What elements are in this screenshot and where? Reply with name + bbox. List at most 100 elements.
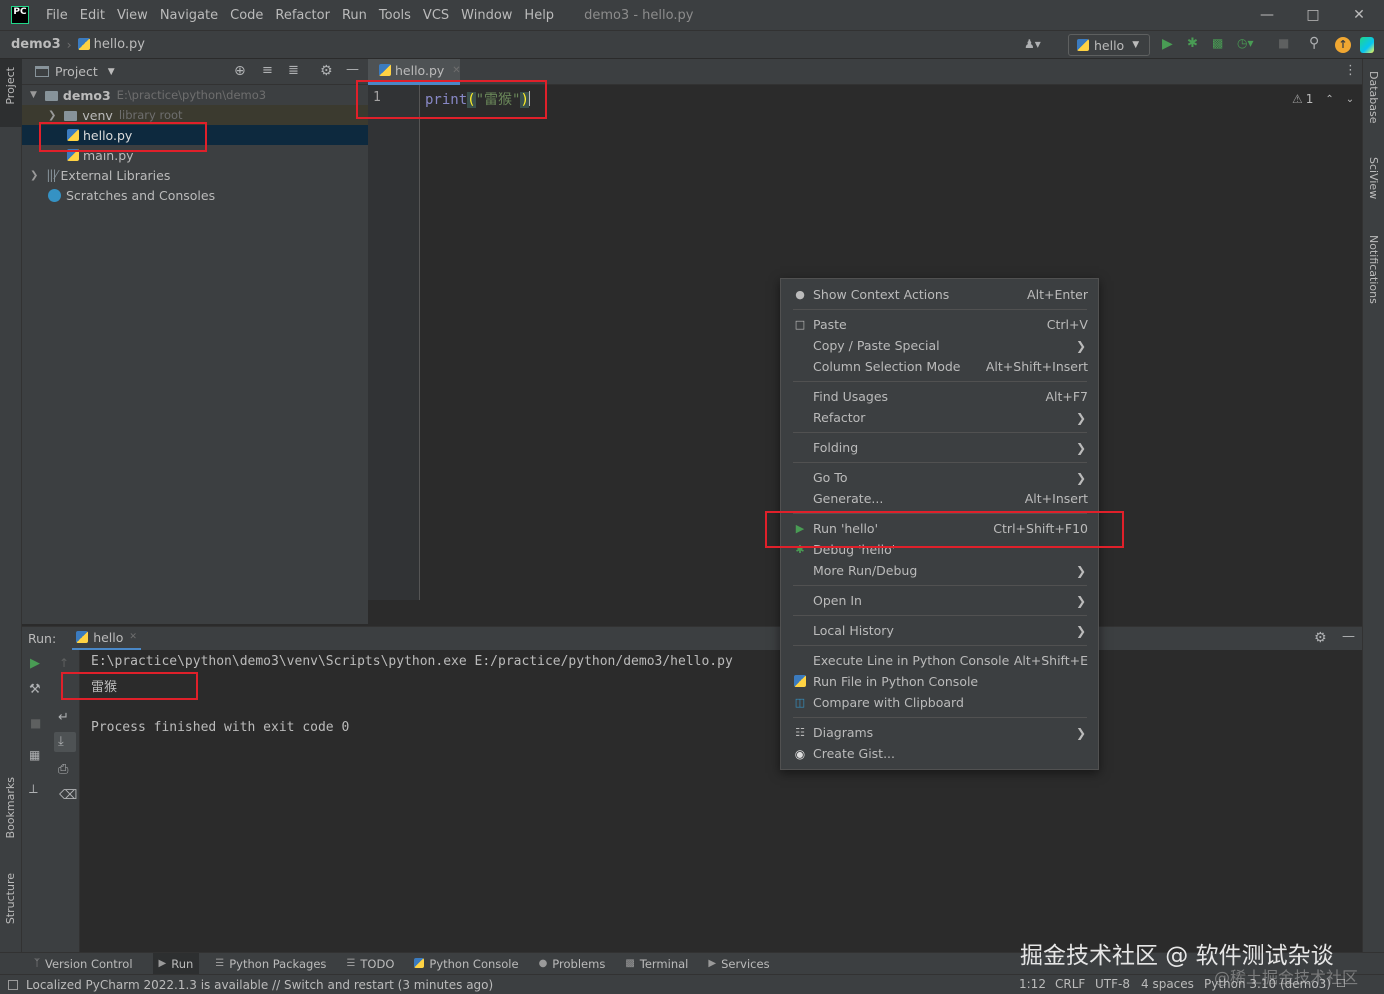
gear-icon[interactable]: ⚙ <box>1314 630 1327 646</box>
chevron-down-icon[interactable]: ⌄ <box>1346 94 1354 105</box>
tab-run[interactable]: ▶ Run <box>152 953 200 974</box>
tool-window-sciview[interactable]: SciView <box>1367 157 1380 199</box>
menu-navigate[interactable]: Navigate <box>160 8 218 23</box>
soft-wrap-icon[interactable]: ↵ <box>58 710 69 725</box>
up-arrow-icon[interactable]: ↑ <box>59 656 69 670</box>
menu-edit[interactable]: Edit <box>80 8 105 23</box>
tab-services[interactable]: ▶ Services <box>708 957 769 971</box>
breadcrumb-project[interactable]: demo3 <box>11 37 61 52</box>
gear-icon[interactable]: ⚙ <box>320 63 333 79</box>
tab-python-console[interactable]: Python Console <box>414 957 519 971</box>
project-panel-title[interactable]: Project <box>55 64 98 79</box>
tree-item-demo3[interactable]: ▼ demo3 E:\practice\python\demo3 <box>22 85 368 105</box>
run-tab-hello[interactable]: hello ✕ <box>72 627 141 651</box>
menu-run-file-console[interactable]: Run File in Python Console <box>781 671 1098 692</box>
window-title: demo3 - hello.py <box>584 7 694 23</box>
print-icon[interactable]: ⎙ <box>58 762 68 777</box>
jetbrains-icon[interactable] <box>1360 37 1374 53</box>
pin-icon[interactable]: ⟂ <box>29 782 38 797</box>
status-toggle-icon[interactable] <box>8 979 18 990</box>
tab-problems[interactable]: ● Problems <box>539 957 606 971</box>
close-icon[interactable]: ✕ <box>129 632 137 642</box>
rerun-icon[interactable]: ▶ <box>30 656 40 671</box>
user-icon[interactable]: ♟▾ <box>1024 37 1041 51</box>
menu-run[interactable]: Run <box>342 8 367 23</box>
inspection-widget[interactable]: ⚠ 1 ⌃ ⌄ <box>1292 92 1354 106</box>
menu-find-usages[interactable]: Find Usages Alt+F7 <box>781 386 1098 407</box>
tab-version-control[interactable]: ᛉ Version Control <box>34 957 133 971</box>
close-icon[interactable]: ✕ <box>1336 0 1382 30</box>
wrench-icon[interactable]: ⚒ <box>29 682 41 697</box>
close-icon[interactable]: ✕ <box>452 65 460 76</box>
menu-refactor[interactable]: Refactor ❯ <box>781 407 1098 428</box>
menu-execute-line-console[interactable]: Execute Line in Python Console Alt+Shift+… <box>781 650 1098 671</box>
menu-create-gist[interactable]: ◉ Create Gist... <box>781 743 1098 764</box>
maximize-icon[interactable]: □ <box>1290 0 1336 30</box>
menu-go-to[interactable]: Go To ❯ <box>781 467 1098 488</box>
caret-position[interactable]: 1:12 <box>1019 977 1046 991</box>
locate-icon[interactable]: ⊕ <box>234 63 246 79</box>
menu-show-context-actions[interactable]: ● Show Context Actions Alt+Enter <box>781 284 1098 305</box>
tab-python-packages[interactable]: ☰ Python Packages <box>215 957 326 971</box>
status-message[interactable]: Localized PyCharm 2022.1.3 is available … <box>26 978 493 992</box>
tree-label: venv <box>82 107 113 123</box>
chevron-up-icon[interactable]: ⌃ <box>1325 94 1333 105</box>
stop-icon[interactable]: ■ <box>30 716 41 730</box>
menu-local-history[interactable]: Local History ❯ <box>781 620 1098 641</box>
run-configuration-select[interactable]: hello ▼ <box>1068 34 1150 56</box>
stop-icon[interactable]: ■ <box>1278 36 1289 50</box>
python-console-icon <box>793 674 807 689</box>
menu-column-selection-mode[interactable]: Column Selection Mode Alt+Shift+Insert <box>781 356 1098 377</box>
compare-icon: ◫ <box>794 696 806 709</box>
status-bar: Localized PyCharm 2022.1.3 is available … <box>0 974 1384 994</box>
trash-icon[interactable]: ⌫ <box>59 788 77 803</box>
tool-window-notifications[interactable]: Notifications <box>1367 235 1380 304</box>
hide-icon[interactable]: — <box>1342 629 1355 644</box>
tree-item-external-libraries[interactable]: ❯ |||⁄ External Libraries <box>22 165 368 185</box>
tool-window-database[interactable]: Database <box>1367 71 1380 124</box>
menu-diagrams[interactable]: ☷ Diagrams ❯ <box>781 722 1098 743</box>
menu-compare-clipboard[interactable]: ◫ Compare with Clipboard <box>781 692 1098 713</box>
menu-view[interactable]: View <box>117 8 148 23</box>
menu-copy-paste-special[interactable]: Copy / Paste Special ❯ <box>781 335 1098 356</box>
run-icon[interactable]: ▶ <box>1162 36 1173 52</box>
menu-open-in[interactable]: Open In ❯ <box>781 590 1098 611</box>
indent-setting[interactable]: 4 spaces <box>1141 977 1194 991</box>
hide-icon[interactable]: — <box>346 62 359 77</box>
tool-window-bookmarks[interactable]: Bookmarks <box>4 777 17 838</box>
minimize-icon[interactable]: — <box>1244 0 1290 30</box>
tool-window-project[interactable]: Project <box>4 67 17 105</box>
profile-icon[interactable]: ◷▾ <box>1237 36 1254 50</box>
menu-code[interactable]: Code <box>230 8 263 23</box>
run-tab-label: hello <box>93 629 124 645</box>
tool-window-structure[interactable]: Structure <box>4 873 17 924</box>
menu-paste[interactable]: □ Paste Ctrl+V <box>781 314 1098 335</box>
menu-file[interactable]: File <box>46 8 68 23</box>
layout-icon[interactable]: ▦ <box>29 748 40 762</box>
menu-generate[interactable]: Generate... Alt+Insert <box>781 488 1098 509</box>
menu-folding[interactable]: Folding ❯ <box>781 437 1098 458</box>
file-encoding[interactable]: UTF-8 <box>1095 977 1130 991</box>
debug-icon[interactable]: ✱ <box>1187 36 1198 51</box>
more-icon[interactable]: ⋮ <box>1344 63 1357 78</box>
chevron-down-icon[interactable]: ▼ <box>108 67 115 77</box>
project-panel-header: Project ▼ ⊕ ≡ ≣ ⚙ — <box>22 59 368 85</box>
menu-window[interactable]: Window <box>461 8 512 23</box>
line-separator[interactable]: CRLF <box>1055 977 1085 991</box>
tab-terminal[interactable]: ▩ Terminal <box>625 957 688 971</box>
expand-all-icon[interactable]: ≡ <box>262 63 273 78</box>
menu-help[interactable]: Help <box>524 8 554 23</box>
coverage-icon[interactable]: ▩ <box>1212 36 1223 50</box>
update-icon[interactable]: ↑ <box>1335 37 1351 53</box>
search-icon[interactable]: ⚲ <box>1309 35 1319 51</box>
menu-refactor[interactable]: Refactor <box>275 8 330 23</box>
collapse-all-icon[interactable]: ≣ <box>288 63 299 78</box>
breadcrumb-file[interactable]: hello.py <box>94 37 145 52</box>
tree-item-scratches[interactable]: Scratches and Consoles <box>22 185 368 205</box>
run-console[interactable] <box>22 650 1362 952</box>
scroll-to-end-icon[interactable]: ⤓ <box>58 734 64 749</box>
menu-more-run-debug[interactable]: More Run/Debug ❯ <box>781 560 1098 581</box>
tab-todo[interactable]: ☰ TODO <box>346 957 394 971</box>
menu-tools[interactable]: Tools <box>379 8 411 23</box>
menu-vcs[interactable]: VCS <box>423 8 449 23</box>
